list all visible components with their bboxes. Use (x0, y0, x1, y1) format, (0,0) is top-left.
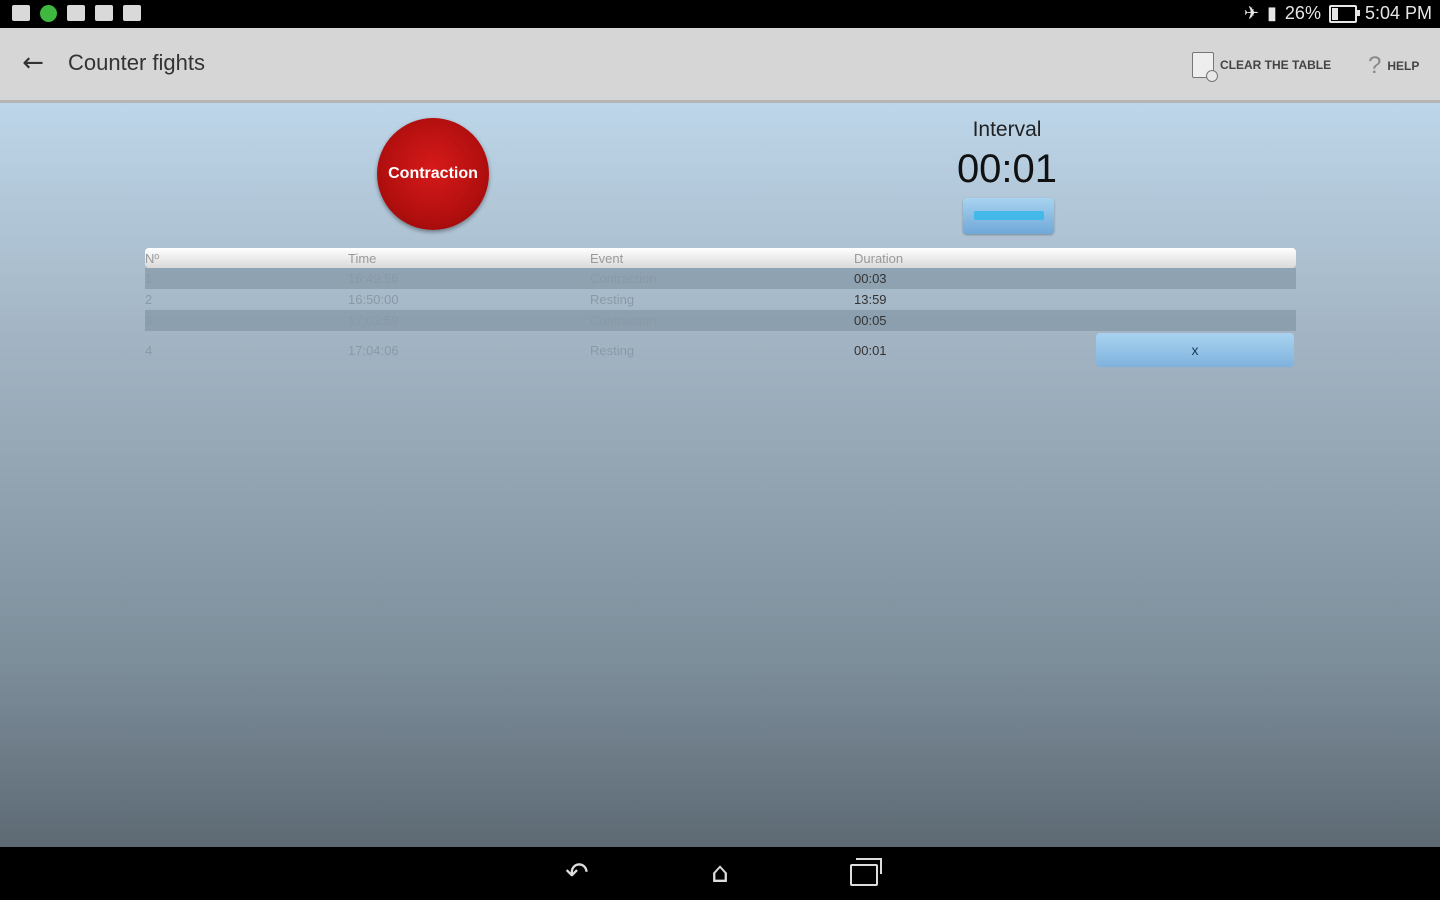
battery-icon (1328, 4, 1360, 23)
contraction-label: Contraction (388, 165, 478, 182)
clear-table-label: CLEAR THE TABLE (1220, 58, 1332, 72)
table-header: Nº Time Event Duration (145, 248, 1296, 268)
battery-percent: 26% (1284, 3, 1321, 23)
interval-button[interactable] (963, 198, 1054, 234)
recent-apps-icon[interactable] (844, 855, 884, 891)
table-row: 3 17:03:59 Contraction 00:05 (145, 310, 1296, 331)
notes-icon (12, 5, 30, 21)
page-title: Counter fights (68, 50, 205, 75)
action-bar: ← Counter fights CLEAR THE TABLE ? HELP (0, 28, 1440, 103)
system-status: ✈ ▮ 26% 5:04 PM (1244, 3, 1432, 24)
delete-row-button[interactable]: x (1096, 333, 1294, 367)
airplane-icon: ✈ (1243, 3, 1260, 23)
row-number: 2 (145, 292, 153, 307)
notification-icons (12, 5, 141, 22)
row-number: 1 (145, 271, 153, 286)
question-icon: ? (1368, 52, 1382, 79)
row-duration: 00:05 (854, 313, 887, 328)
help-button[interactable]: ? HELP (1368, 52, 1419, 80)
row-time: 16:50:00 (348, 292, 399, 307)
delete-label: x (1191, 342, 1199, 358)
row-time: 17:04:06 (348, 343, 399, 358)
status-bar: ✈ ▮ 26% 5:04 PM (0, 0, 1440, 28)
row-duration: 13:59 (854, 292, 887, 307)
row-event: Resting (590, 292, 635, 307)
interval-button-indicator (973, 211, 1044, 220)
row-number: 3 (145, 313, 153, 328)
green-dot-icon (40, 5, 57, 22)
header-number: Nº (145, 251, 160, 266)
events-table: Nº Time Event Duration 1 16:49:56 Contra… (145, 248, 1296, 371)
header-duration: Duration (854, 251, 904, 266)
row-event: Contraction (590, 271, 657, 286)
clock: 5:04 PM (1364, 3, 1432, 23)
header-event: Event (590, 251, 624, 266)
row-event: Resting (590, 343, 635, 358)
app-icon-2 (123, 5, 141, 21)
header-time: Time (348, 251, 377, 266)
interval-timer: 00:01 (956, 147, 1058, 191)
navigation-bar: ↶ ⌂ (0, 847, 1440, 900)
table-row: 2 16:50:00 Resting 13:59 (145, 289, 1296, 310)
row-event: Contraction (590, 313, 657, 328)
table-row: 1 16:49:56 Contraction 00:03 (145, 268, 1296, 289)
table-row: 4 17:04:06 Resting 00:01 x (145, 331, 1296, 371)
sim-icon: ▮ (1267, 3, 1277, 23)
back-nav-icon[interactable]: ↶ (557, 855, 597, 891)
row-duration: 00:01 (854, 343, 887, 358)
row-time: 17:03:59 (348, 313, 399, 328)
main-content: Contraction Interval 00:01 Nº Time Event… (0, 103, 1440, 847)
recent-apps-shape (850, 858, 882, 886)
clear-document-icon (1192, 52, 1218, 82)
clear-table-button[interactable]: CLEAR THE TABLE (1192, 52, 1332, 82)
photo-icon (67, 5, 85, 21)
contraction-button[interactable]: Contraction (377, 118, 489, 230)
app-icon (95, 5, 113, 21)
row-number: 4 (145, 343, 153, 358)
home-icon[interactable]: ⌂ (700, 855, 740, 891)
help-label: HELP (1387, 59, 1420, 73)
interval-label: Interval (972, 118, 1042, 141)
row-time: 16:49:56 (348, 271, 399, 286)
back-arrow-icon[interactable]: ← (18, 48, 48, 78)
row-duration: 00:03 (854, 271, 887, 286)
